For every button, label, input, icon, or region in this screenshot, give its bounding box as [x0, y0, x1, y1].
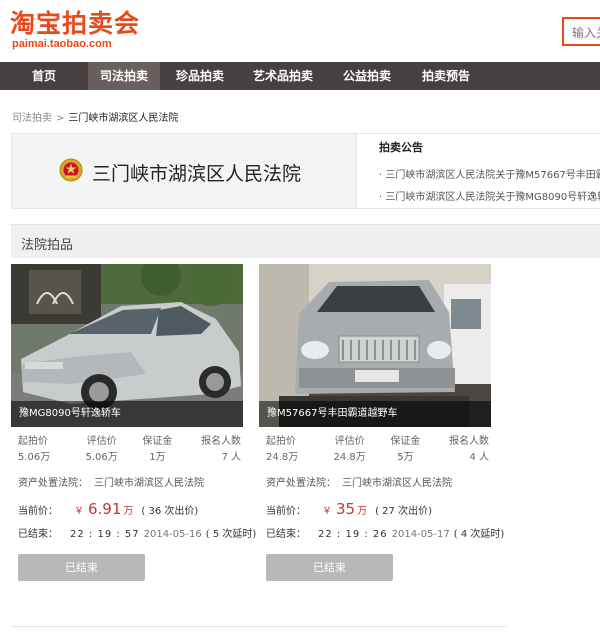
item-stats: 起拍价 5.06万 评估价 5.06万 保证金 1万 报名人数 7 人	[11, 434, 243, 465]
end-time: 已结束： 22 : 19 : 26 2014-05-17( 4 次延时)	[266, 529, 505, 540]
court-emblem-icon	[59, 158, 83, 182]
section-title: 法院拍品	[11, 224, 600, 258]
breadcrumb-current: 三门峡市湖滨区人民法院	[68, 113, 179, 124]
deposit: 保证金 1万	[142, 436, 173, 463]
start-price: 起拍价 24.8万	[266, 436, 299, 463]
breadcrumb-separator: >	[56, 113, 65, 124]
nav-item-judicial-auction[interactable]: 司法拍卖	[88, 62, 160, 90]
disposal-court: 资产处置法院： 三门峡市湖滨区人民法院	[266, 478, 452, 489]
court-name: 三门峡市湖滨区人民法院	[92, 163, 302, 185]
divider	[11, 626, 507, 627]
ended-button[interactable]: 已结束	[266, 554, 393, 581]
nav-item-art-auction[interactable]: 艺术品拍卖	[240, 62, 326, 90]
registrants: 报名人数 4 人	[449, 436, 489, 463]
taobao-auction-logo[interactable]: 淘宝拍卖会 paimai.taobao.com	[10, 10, 140, 51]
search-input[interactable]: 输入关	[562, 17, 600, 46]
bid-count: ( 27 次出价)	[375, 506, 432, 517]
current-price: 当前价： ￥ 6.91 万( 36 次出价)	[18, 500, 199, 518]
price-amount: 6.91	[88, 500, 122, 518]
auction-item-card[interactable]: 豫M57667号丰田霸道越野车 起拍价 24.8万 评估价 24.8万 保证金 …	[259, 264, 505, 581]
appraisal-price: 评估价 5.06万	[85, 436, 118, 463]
logo-text: 淘宝拍卖会	[10, 9, 141, 38]
breadcrumb: 司法拍卖 > 三门峡市湖滨区人民法院	[12, 109, 178, 124]
site-header: 淘宝拍卖会 paimai.taobao.com 输入关	[0, 0, 600, 62]
nav-item-auction-preview[interactable]: 拍卖预告	[408, 62, 484, 90]
bid-count: ( 36 次出价)	[141, 506, 199, 517]
nav-item-charity-auction[interactable]: 公益拍卖	[326, 62, 408, 90]
nav-item-treasure-auction[interactable]: 珍品拍卖	[160, 62, 240, 90]
start-price: 起拍价 5.06万	[18, 436, 51, 463]
court-info: 三门峡市湖滨区人民法院	[12, 134, 356, 208]
item-title[interactable]: 豫M57667号丰田霸道越野车	[259, 401, 491, 427]
main-nav: 首页 司法拍卖 珍品拍卖 艺术品拍卖 公益拍卖 拍卖预告	[0, 62, 600, 90]
deposit: 保证金 5万	[390, 436, 421, 463]
notice-link[interactable]: · 三门峡市湖滨区人民法院关于豫MG8090号轩逸轿车	[379, 187, 600, 208]
appraisal-price: 评估价 24.8万	[333, 436, 366, 463]
notice-title: 拍卖公告	[379, 141, 423, 154]
end-time: 已结束： 22 : 19 : 57 2014-05-16( 5 次延时)	[18, 529, 257, 540]
price-amount: 35	[336, 500, 356, 518]
item-photo[interactable]: 豫M57667号丰田霸道越野车	[259, 264, 491, 427]
item-title[interactable]: 豫MG8090号轩逸轿车	[11, 401, 243, 427]
court-banner: 三门峡市湖滨区人民法院 拍卖公告 · 三门峡市湖滨区人民法院关于豫M57667号…	[11, 133, 600, 209]
nav-item-home[interactable]: 首页	[0, 62, 88, 90]
current-price: 当前价： ￥ 35 万( 27 次出价)	[266, 500, 432, 518]
breadcrumb-root[interactable]: 司法拍卖	[12, 113, 52, 124]
auction-notice-panel: 拍卖公告 · 三门峡市湖滨区人民法院关于豫M57667号丰田霸道 · 三门峡市湖…	[356, 134, 600, 208]
logo-domain: paimai.taobao.com	[12, 38, 112, 50]
ended-button[interactable]: 已结束	[18, 554, 145, 581]
registrants: 报名人数 7 人	[201, 436, 241, 463]
disposal-court: 资产处置法院： 三门峡市湖滨区人民法院	[18, 478, 204, 489]
auction-item-card[interactable]: 豫MG8090号轩逸轿车 起拍价 5.06万 评估价 5.06万 保证金 1万 …	[11, 264, 257, 581]
item-photo[interactable]: 豫MG8090号轩逸轿车	[11, 264, 243, 427]
item-stats: 起拍价 24.8万 评估价 24.8万 保证金 5万 报名人数 4 人	[259, 434, 491, 465]
notice-link[interactable]: · 三门峡市湖滨区人民法院关于豫M57667号丰田霸道	[379, 165, 600, 187]
